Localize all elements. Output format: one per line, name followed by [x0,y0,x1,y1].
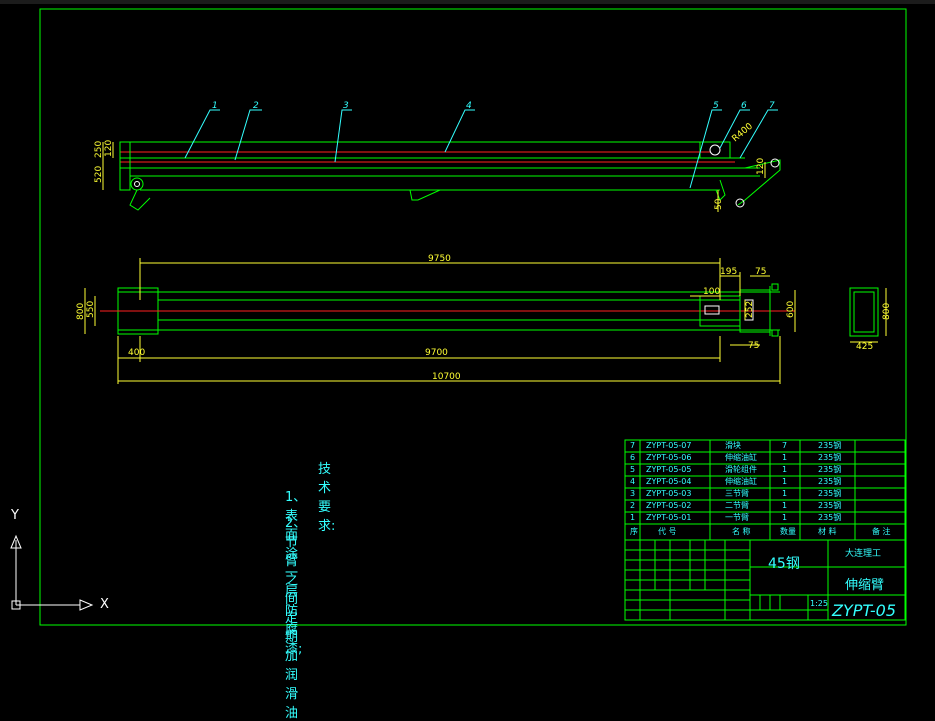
dim-120: 120 [104,140,114,157]
balloon-5: 5 [713,101,719,111]
bom-cell-code: ZYPT-05-01 [646,513,692,522]
bom-cell-no: 1 [630,513,636,522]
balloon-2: 2 [253,101,259,111]
bom-cell-no: 7 [630,441,636,450]
dim-r400: R400 [731,121,756,144]
bom-cell-name: 伸缩油缸 [725,477,757,486]
bom-cell-material: 235钢 [818,477,842,486]
ucs-x-label: X [100,597,109,612]
bom-cell-no: 3 [630,489,636,498]
bom-cell-material: 235钢 [818,501,842,510]
bom-cell-no: 4 [630,477,636,486]
bom-cell-code: ZYPT-05-04 [646,477,692,486]
dim-800-top: 800 [76,303,86,320]
bom-cell-code: ZYPT-05-05 [646,465,692,474]
dim-400: 400 [128,348,145,358]
bom-cell-name: 一节臂 [725,513,749,522]
dim-520: 520 [94,166,104,183]
bom-cell-material: 235钢 [818,465,842,474]
dim-50: 50 [714,198,724,210]
dim-9750: 9750 [428,254,451,264]
company-label: 大连理工 [845,549,882,559]
bom-cell-no: 2 [630,501,636,510]
bom-cell-qty: 1 [782,453,788,462]
dim-75-bottom: 75 [748,341,759,351]
dim-9700: 9700 [425,348,448,358]
bom-cell-code: ZYPT-05-06 [646,453,692,462]
bom-cell-name: 伸缩油缸 [725,453,757,462]
top-view [84,258,796,384]
scale-label: 1:25 [810,599,828,608]
dim-800-section: 800 [882,303,892,320]
bom-cell-qty: 1 [782,465,788,474]
dim-75-top: 75 [755,267,766,277]
dim-252: 252 [745,301,755,318]
bom-cell-no: 5 [630,465,636,474]
dim-600: 600 [786,301,796,318]
bom-cell-no: 6 [630,453,636,462]
dim-195: 195 [720,267,737,277]
balloon-7: 7 [769,101,775,111]
outer-frame [39,8,907,626]
bom-cell-material: 235钢 [818,453,842,462]
bom-header-code: 代 号 [658,527,677,536]
bom-header-name: 名 称 [732,527,751,536]
tech-notes-title: 技术要求: [318,462,336,534]
drawing-number-label: ZYPT-05 [832,601,897,620]
bom-cell-name: 二节臂 [725,501,749,510]
bom-header-qty: 数量 [780,527,796,536]
bom-cell-name: 滑块 [725,441,741,450]
balloon-4: 4 [466,101,472,111]
dim-425: 425 [856,342,873,352]
bom-cell-material: 235钢 [818,441,842,450]
bom-header-remark: 备 注 [872,527,891,536]
part-name-label: 伸缩臂 [845,578,885,593]
bom-cell-code: ZYPT-05-03 [646,489,692,498]
section-view [849,287,887,343]
bom-cell-name: 滑轮组件 [725,465,757,474]
bom-cell-qty: 1 [782,489,788,498]
balloon-1: 1 [212,101,218,111]
balloon-6: 6 [741,101,747,111]
dim-550: 550 [86,301,96,318]
dim-250: 250 [94,141,104,158]
bom-cell-material: 235钢 [818,513,842,522]
bom-header-no: 序 [630,527,638,536]
dim-10700: 10700 [432,372,461,382]
side-view [102,109,781,212]
bom-header-material: 材 料 [818,527,837,536]
ucs-y-label: Y [11,508,19,523]
bom-cell-qty: 7 [782,441,788,450]
bom-cell-qty: 1 [782,513,788,522]
dim-100: 100 [703,287,720,297]
dim-120b: 120 [756,158,766,175]
bom-cell-code: ZYPT-05-02 [646,501,692,510]
bom-cell-qty: 1 [782,477,788,486]
bom-cell-material: 235钢 [818,489,842,498]
material-label: 45钢 [768,556,800,572]
tech-note-2: 2、节臂之间定期加润滑油 [285,516,307,721]
bom-cell-name: 三节臂 [725,489,749,498]
bom-cell-code: ZYPT-05-07 [646,441,692,450]
bom-cell-qty: 1 [782,501,788,510]
balloon-3: 3 [343,101,349,111]
ucs-icon [10,534,94,611]
